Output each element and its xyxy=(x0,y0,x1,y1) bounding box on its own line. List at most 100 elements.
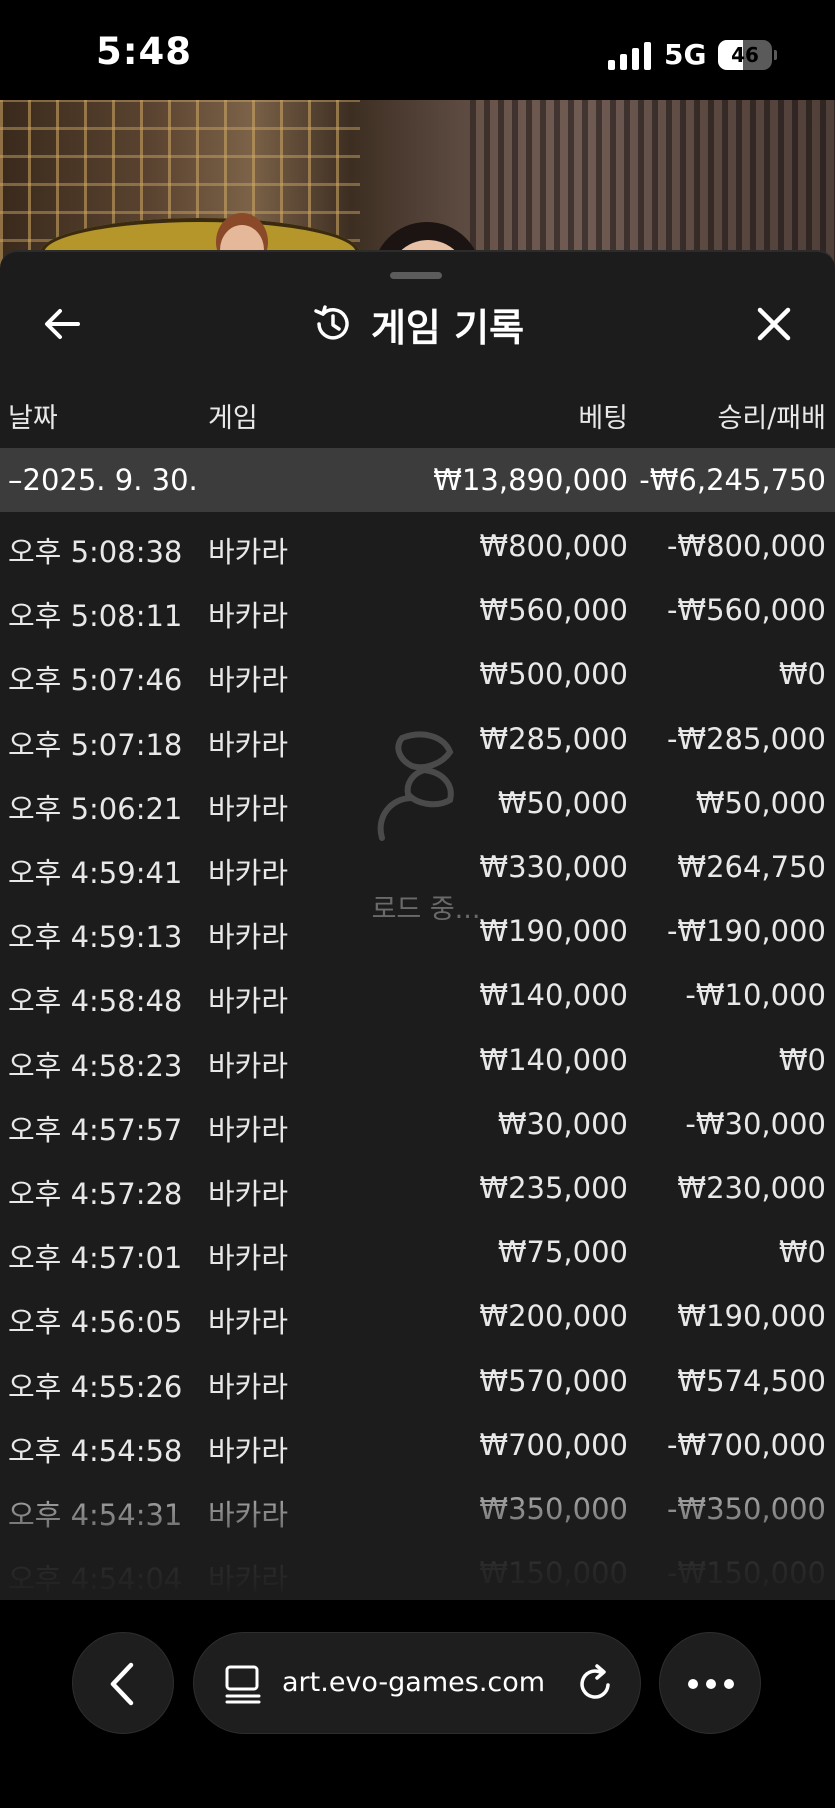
row-game: 바카라 xyxy=(208,727,289,762)
row-game: 바카라 xyxy=(208,1241,289,1276)
close-button[interactable] xyxy=(750,300,798,348)
summary-date: –2025. 9. 30. xyxy=(8,463,198,497)
row-result: ₩190,000 xyxy=(677,1299,826,1334)
row-game: 바카라 xyxy=(208,535,289,569)
table-row[interactable]: 오후 4:56:05 바카라 ₩200,000 ₩190,000 xyxy=(0,1282,835,1346)
more-icon xyxy=(688,1679,734,1689)
browser-toolbar: art.evo-games.com xyxy=(0,1600,835,1808)
row-game: 바카라 xyxy=(208,984,289,1019)
row-result: -₩560,000 xyxy=(666,593,826,628)
row-game: 바카라 xyxy=(208,1369,289,1404)
history-table: 오후 5:08:38 바카라 ₩800,000 -₩800,000 오후 5:08:11… xyxy=(0,512,835,1596)
row-game: 바카라 xyxy=(208,1112,289,1147)
row-bet: ₩235,000 xyxy=(479,1171,628,1205)
row-bet: ₩500,000 xyxy=(479,657,628,692)
status-time: 5:48 xyxy=(96,30,193,73)
row-time: 오후 5:08:38 xyxy=(8,535,183,569)
row-game: 바카라 xyxy=(208,1305,289,1340)
row-time: 오후 4:58:23 xyxy=(8,1048,183,1083)
table-row[interactable]: 오후 5:07:46 바카라 ₩500,000 ₩0 xyxy=(0,640,835,704)
row-bet: ₩700,000 xyxy=(479,1427,628,1462)
table-row[interactable]: 오후 5:08:38 바카라 ₩800,000 -₩800,000 xyxy=(0,512,835,576)
reload-icon[interactable] xyxy=(576,1663,616,1705)
row-result: -₩190,000 xyxy=(666,914,826,949)
row-time: 오후 4:56:05 xyxy=(8,1305,183,1340)
row-game: 바카라 xyxy=(208,1433,289,1468)
chevron-left-icon xyxy=(110,1662,134,1706)
row-result: ₩0 xyxy=(778,1042,826,1077)
row-time: 오후 4:57:01 xyxy=(8,1241,183,1276)
row-time: 오후 5:07:46 xyxy=(8,663,183,698)
table-row[interactable]: 오후 4:57:01 바카라 ₩75,000 ₩0 xyxy=(0,1218,835,1282)
table-row[interactable]: 오후 4:54:58 바카라 ₩700,000 -₩700,000 xyxy=(0,1411,835,1475)
row-game: 바카라 xyxy=(208,856,289,890)
status-bar: 5:48 5G 46 xyxy=(0,0,835,100)
row-bet: ₩570,000 xyxy=(479,1363,628,1398)
row-result: ₩264,750 xyxy=(677,850,826,884)
table-row[interactable]: 오후 5:08:11 바카라 ₩560,000 -₩560,000 xyxy=(0,576,835,640)
row-time: 오후 4:59:41 xyxy=(8,856,183,890)
row-result: -₩30,000 xyxy=(685,1106,826,1141)
row-bet: ₩75,000 xyxy=(497,1235,628,1270)
column-header-bet: 베팅 xyxy=(578,403,628,434)
row-time: 오후 4:57:57 xyxy=(8,1112,183,1147)
history-icon xyxy=(314,305,349,340)
row-game: 바카라 xyxy=(208,791,289,826)
table-row[interactable]: 오후 4:55:26 바카라 ₩570,000 ₩574,500 xyxy=(0,1347,835,1411)
row-result: ₩230,000 xyxy=(677,1171,826,1205)
row-bet: ₩190,000 xyxy=(479,914,628,949)
table-row[interactable]: 오후 4:57:28 바카라 ₩235,000 ₩230,000 xyxy=(0,1154,835,1218)
row-result: ₩50,000 xyxy=(695,785,826,820)
loading-logo-icon xyxy=(377,731,454,841)
row-result: -₩800,000 xyxy=(666,529,826,563)
column-header-game: 게임 xyxy=(208,403,258,434)
row-game: 바카라 xyxy=(208,920,289,955)
more-button[interactable] xyxy=(659,1632,761,1734)
close-icon xyxy=(757,307,791,341)
loading-text: 로드 중... xyxy=(371,894,481,925)
browser-back-button[interactable] xyxy=(72,1632,174,1734)
battery-level: 46 xyxy=(731,43,759,67)
battery-icon: 46 xyxy=(718,40,777,70)
summary-result-total: -₩6,245,750 xyxy=(639,463,826,497)
row-bet: ₩800,000 xyxy=(479,529,628,563)
row-time: 오후 5:06:21 xyxy=(8,791,183,826)
page-title: 게임 기록 xyxy=(370,305,525,350)
row-result: ₩0 xyxy=(778,1235,826,1270)
reader-icon xyxy=(225,1665,261,1704)
row-bet: ₩140,000 xyxy=(479,1042,628,1077)
row-result: -₩285,000 xyxy=(666,721,826,756)
row-game: 바카라 xyxy=(208,663,289,698)
table-row[interactable]: 오후 4:57:57 바카라 ₩30,000 -₩30,000 xyxy=(0,1090,835,1154)
column-header-date: 날짜 xyxy=(8,403,58,434)
row-time: 오후 4:55:26 xyxy=(8,1369,183,1404)
summary-bet-total: ₩13,890,000 xyxy=(433,463,628,497)
drag-handle[interactable] xyxy=(390,272,442,279)
row-time: 오후 4:57:28 xyxy=(8,1177,183,1211)
game-history-sheet: 게임 기록 날짜 게임 베팅 승리/패배 –2025. 9. 30. ₩13,8… xyxy=(0,250,835,1600)
row-result: ₩574,500 xyxy=(677,1363,826,1398)
row-bet: ₩30,000 xyxy=(497,1106,628,1141)
date-summary-row[interactable]: –2025. 9. 30. ₩13,890,000 -₩6,245,750 xyxy=(0,448,835,512)
row-bet: ₩560,000 xyxy=(479,593,628,628)
row-result: ₩0 xyxy=(778,657,826,692)
row-time: 오후 5:08:11 xyxy=(8,599,183,634)
row-bet: ₩285,000 xyxy=(479,721,628,756)
url-text: art.evo-games.com xyxy=(282,1667,546,1698)
row-game: 바카라 xyxy=(208,1048,289,1083)
row-time: 오후 4:58:48 xyxy=(8,984,183,1019)
table-row[interactable]: 오후 4:58:48 바카라 ₩140,000 -₩10,000 xyxy=(0,961,835,1025)
row-bet: ₩140,000 xyxy=(479,978,628,1013)
live-video-feed xyxy=(0,100,835,270)
row-bet: ₩330,000 xyxy=(479,850,628,884)
address-bar[interactable]: art.evo-games.com xyxy=(193,1632,641,1734)
row-bet: ₩50,000 xyxy=(497,785,628,820)
header: 게임 기록 xyxy=(0,296,835,352)
row-game: 바카라 xyxy=(208,1177,289,1211)
row-result: -₩700,000 xyxy=(666,1427,826,1462)
row-bet: ₩200,000 xyxy=(479,1299,628,1334)
row-time: 오후 4:59:13 xyxy=(8,920,183,955)
network-label: 5G xyxy=(664,38,707,71)
row-time: 오후 5:07:18 xyxy=(8,727,183,762)
table-row[interactable]: 오후 4:58:23 바카라 ₩140,000 ₩0 xyxy=(0,1026,835,1090)
